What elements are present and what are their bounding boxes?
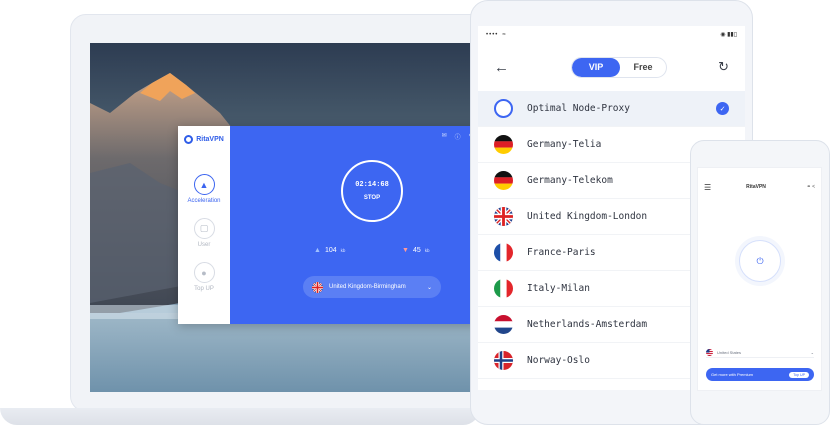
us-flag-icon [706, 349, 713, 356]
chevron-down-icon: ⌄ [810, 350, 814, 355]
tab-vip[interactable]: VIP [572, 57, 620, 77]
upload-unit: kb [340, 248, 346, 253]
norway-flag-icon [494, 351, 513, 370]
download-arrow-icon: ▼ [402, 247, 409, 254]
upload-arrow-icon: ▲ [314, 247, 321, 254]
phone-app-title: RitaVPN [746, 184, 766, 190]
share-icon[interactable]: ⚭ < [807, 184, 816, 190]
top-up-button[interactable]: Top UP [789, 371, 809, 378]
premium-banner[interactable]: Get more with Premium Top UP [706, 368, 814, 381]
region-label: United Kingdom-Birmingham [329, 284, 406, 290]
connection-timer: 02:14:68 [355, 181, 389, 189]
server-name: Norway-Oslo [527, 355, 590, 366]
app-main-panel: ✉ ⓘ ⚙ 02:14:68 STOP ▲ 104 kb ▼ 45 kb [230, 126, 480, 324]
back-arrow-icon[interactable]: ← [494, 59, 509, 76]
user-icon: ● [193, 262, 215, 283]
phone-region-label: United States [717, 350, 742, 355]
premium-text: Get more with Premium [711, 372, 754, 377]
download-value: 45 [412, 247, 421, 254]
germany-flag-icon [494, 171, 513, 190]
france-flag-icon [494, 243, 513, 262]
rocket-icon: ▲ [193, 174, 215, 195]
server-name: Optimal Node-Proxy [527, 103, 630, 114]
mail-icon[interactable]: ✉ [442, 132, 447, 141]
globe-icon [494, 99, 513, 118]
connection-timer-button[interactable]: 02:14:68 STOP [341, 160, 403, 222]
stop-label: STOP [363, 195, 381, 201]
app-name: RitaVPN [196, 136, 224, 143]
menu-icon[interactable]: ☰ [704, 183, 711, 192]
chevron-down-icon: ⌄ [426, 284, 432, 291]
app-sidebar: RitaVPN ▲ Acceleration ▢ User ● Top UP [178, 126, 230, 324]
plan-toggle: VIP Free [571, 56, 667, 78]
connect-button[interactable]: ⏻ [735, 236, 785, 286]
battery-icon: ◉ ▮▮▯ [720, 32, 737, 38]
netherlands-flag-icon [494, 315, 513, 334]
phone-region-select[interactable]: United States ⌄ [706, 348, 814, 358]
uk-flag-icon [312, 281, 323, 293]
upload-value: 104 [324, 247, 337, 254]
tablet-status-bar: •••• ≈ ◉ ▮▮▯ [478, 26, 745, 43]
tab-free[interactable]: Free [620, 58, 666, 77]
laptop-screen: RitaVPN ▲ Acceleration ▢ User ● Top UP ✉… [90, 43, 480, 392]
app-logo: RitaVPN [184, 135, 224, 144]
desktop-app-window: RitaVPN ▲ Acceleration ▢ User ● Top UP ✉… [178, 126, 480, 324]
laptop-base [0, 408, 480, 425]
server-item-optimal[interactable]: Optimal Node-Proxy ✓ [478, 91, 745, 127]
signal-icon: •••• [486, 31, 499, 38]
uk-flag-icon [494, 207, 513, 226]
tablet-header: ← VIP Free ↻ [478, 43, 745, 91]
italy-flag-icon [494, 279, 513, 298]
server-name: United Kingdom-London [527, 211, 648, 222]
server-name: Netherlands-Amsterdam [527, 319, 648, 330]
phone-screen: ☰ RitaVPN ⚭ < ⏻ United States ⌄ Get more… [697, 167, 822, 391]
germany-flag-icon [494, 135, 513, 154]
wifi-icon: ≈ [502, 31, 506, 38]
server-name: Italy-Milan [527, 283, 590, 294]
sidebar-item-top-up[interactable]: ● Top UP [193, 262, 215, 292]
server-name: France-Paris [527, 247, 596, 258]
sidebar-item-label: Acceleration [187, 198, 221, 204]
download-speed: ▼ 45 kb [402, 247, 430, 254]
server-name: Germany-Telekom [527, 175, 613, 186]
server-name: Germany-Telia [527, 139, 602, 150]
logo-icon [184, 135, 194, 144]
sidebar-item-label: User [197, 242, 211, 248]
sidebar-item-acceleration[interactable]: ▲ Acceleration [187, 174, 221, 204]
region-select[interactable]: United Kingdom-Birmingham ⌄ [303, 276, 441, 298]
info-icon[interactable]: ⓘ [455, 132, 461, 141]
phone-header: ☰ RitaVPN ⚭ < [698, 176, 821, 198]
refresh-icon[interactable]: ↻ [718, 59, 729, 75]
sidebar-item-label: Top UP [194, 286, 214, 292]
cart-icon: ▢ [193, 218, 215, 239]
phone-status-bar [698, 168, 821, 176]
upload-speed: ▲ 104 kb [314, 247, 345, 254]
check-icon: ✓ [716, 102, 729, 115]
power-icon: ⏻ [739, 240, 781, 282]
sidebar-item-user[interactable]: ▢ User [193, 218, 215, 248]
download-unit: kb [424, 248, 430, 253]
